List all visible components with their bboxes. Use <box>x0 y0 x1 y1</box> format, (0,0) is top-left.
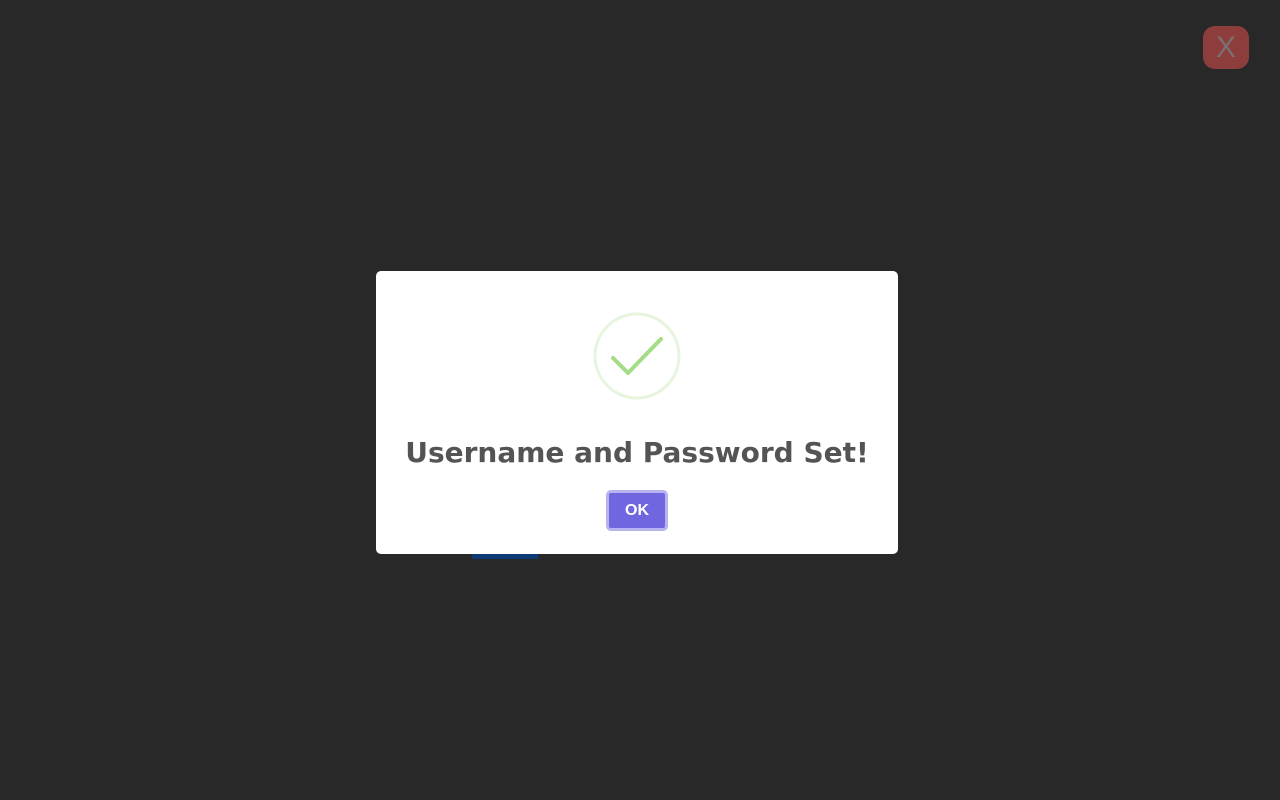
close-button[interactable]: X <box>1203 26 1249 69</box>
dialog-title: Username and Password Set! <box>405 436 869 469</box>
ok-button[interactable]: OK <box>606 490 668 531</box>
success-dialog: Username and Password Set! OK <box>376 271 898 554</box>
success-check-icon <box>593 312 681 400</box>
app-screen: X Username and Password Set! OK <box>0 0 1280 800</box>
